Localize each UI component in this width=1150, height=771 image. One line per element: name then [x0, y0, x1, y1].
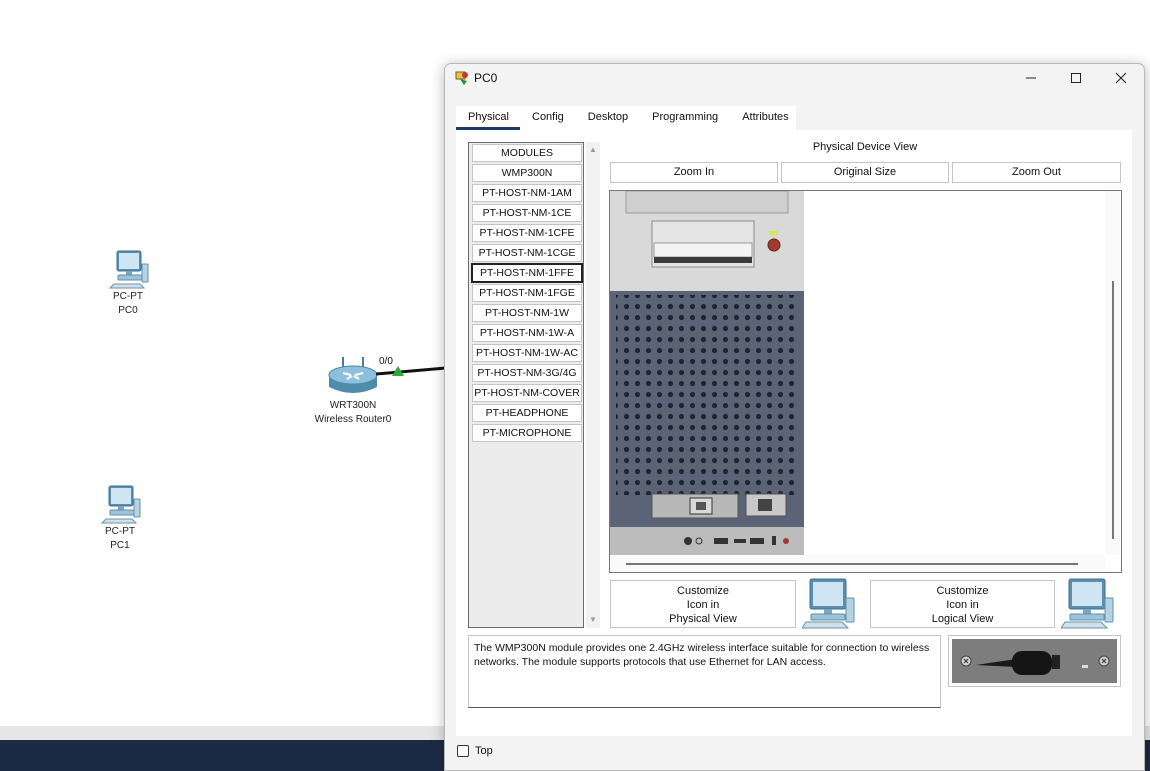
button-line: Logical View — [931, 613, 994, 625]
device-name-label: Wireless Router0 — [314, 414, 392, 425]
physical-device-view[interactable] — [609, 190, 1122, 573]
close-icon — [1115, 72, 1127, 84]
button-line: Icon in — [686, 599, 720, 611]
zoom-in-button[interactable]: Zoom In — [610, 162, 778, 183]
pc-icon — [108, 250, 149, 289]
scroll-up-icon[interactable]: ▲ — [588, 145, 598, 155]
button-line: Physical View — [669, 613, 737, 625]
top-checkbox-row[interactable]: Top — [457, 745, 493, 757]
modules-list[interactable]: MODULES WMP300N PT-HOST-NM-1AM PT-HOST-N… — [468, 142, 584, 628]
list-item[interactable]: PT-HOST-NM-1CGE — [472, 244, 582, 262]
customize-logical-icon-button[interactable]: Customize Icon in Logical View — [870, 580, 1055, 628]
scroll-thumb[interactable] — [1112, 281, 1114, 539]
packet-tracer-app-icon — [455, 71, 468, 85]
list-item[interactable]: PT-HOST-NM-1FGE — [472, 284, 582, 302]
device-type-label: WRT300N — [329, 400, 377, 411]
list-item[interactable]: PT-HOST-NM-3G/4G — [472, 364, 582, 382]
view-vertical-scrollbar[interactable] — [1105, 191, 1121, 555]
top-checkbox[interactable] — [457, 745, 469, 757]
title-bar[interactable]: PC0 — [445, 64, 1144, 92]
physical-device-view-title: Physical Device View — [812, 141, 918, 153]
maximize-icon — [1071, 73, 1081, 83]
tab-bar: Physical Config Desktop Programming Attr… — [456, 106, 796, 130]
list-item[interactable]: PT-HOST-NM-1W — [472, 304, 582, 322]
module-description: The WMP300N module provides one 2.4GHz w… — [468, 635, 941, 708]
button-line: Customize — [677, 585, 729, 597]
tab-attributes[interactable]: Attributes — [730, 106, 800, 130]
button-line: Customize — [936, 585, 989, 597]
modules-header: MODULES — [472, 144, 582, 162]
customize-physical-icon-button[interactable]: Customize Icon in Physical View — [610, 580, 796, 628]
window-title: PC0 — [474, 71, 498, 85]
list-item[interactable]: PT-HOST-NM-1CE — [472, 204, 582, 222]
pc-chassis-image[interactable] — [610, 191, 806, 555]
device-pc0[interactable]: PC-PT PC0 — [98, 250, 158, 318]
maximize-button[interactable] — [1053, 64, 1099, 92]
tab-programming[interactable]: Programming — [640, 106, 730, 130]
list-item[interactable]: WMP300N — [472, 164, 582, 182]
minimize-button[interactable] — [1008, 64, 1054, 92]
device-dialog-window: PC0 Physical Config Desktop Programming … — [444, 63, 1145, 771]
tab-physical[interactable]: Physical — [456, 106, 520, 130]
list-item[interactable]: PT-HOST-NM-1W-AC — [472, 344, 582, 362]
list-item[interactable]: PT-HEADPHONE — [472, 404, 582, 422]
pc-icon — [100, 485, 141, 524]
pc-icon — [802, 578, 855, 629]
list-item[interactable]: PT-MICROPHONE — [472, 424, 582, 442]
scroll-down-icon[interactable]: ▼ — [588, 615, 598, 625]
device-type-label: PC-PT — [105, 526, 135, 537]
tab-desktop[interactable]: Desktop — [576, 106, 640, 130]
list-item[interactable]: PT-HOST-NM-1AM — [472, 184, 582, 202]
original-size-button[interactable]: Original Size — [781, 162, 949, 183]
top-checkbox-label: Top — [475, 745, 493, 757]
minimize-icon — [1026, 77, 1036, 79]
button-line: Icon in — [946, 599, 979, 611]
device-pc1[interactable]: PC-PT PC1 — [90, 485, 150, 553]
close-button[interactable] — [1098, 64, 1144, 92]
modules-scrollbar[interactable]: ▲ ▼ — [586, 142, 600, 628]
view-horizontal-scrollbar[interactable] — [610, 555, 1105, 572]
list-item[interactable]: PT-HOST-NM-1CFE — [472, 224, 582, 242]
connection-link[interactable] — [376, 362, 446, 384]
pc-icon — [1061, 578, 1114, 629]
router-icon — [328, 357, 378, 393]
wmp300n-module-image — [952, 639, 1117, 683]
device-name-label: PC0 — [118, 305, 138, 316]
device-type-label: PC-PT — [113, 291, 143, 302]
module-image — [948, 635, 1121, 687]
scroll-thumb[interactable] — [626, 563, 1078, 565]
list-item-selected[interactable]: PT-HOST-NM-1FFE — [471, 263, 583, 283]
list-item[interactable]: PT-HOST-NM-1W-A — [472, 324, 582, 342]
device-name-label: PC1 — [110, 540, 130, 551]
physical-tab-panel: MODULES WMP300N PT-HOST-NM-1AM PT-HOST-N… — [456, 130, 1132, 736]
tab-config[interactable]: Config — [520, 106, 576, 130]
list-item[interactable]: PT-HOST-NM-COVER — [472, 384, 582, 402]
zoom-out-button[interactable]: Zoom Out — [952, 162, 1121, 183]
